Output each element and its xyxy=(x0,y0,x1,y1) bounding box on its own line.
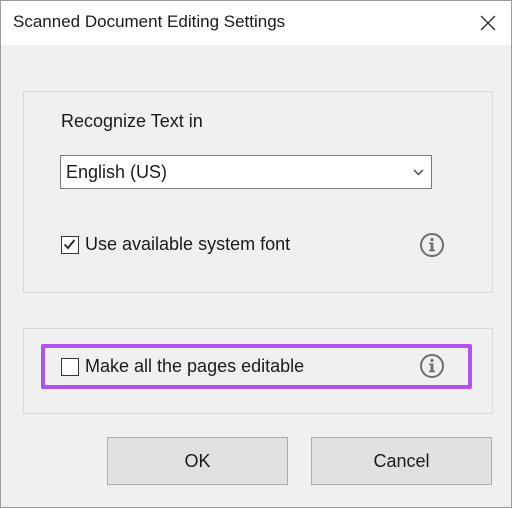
close-button[interactable] xyxy=(465,1,511,45)
recognize-text-label: Recognize Text in xyxy=(61,111,203,131)
chevron-down-icon xyxy=(413,169,424,176)
scanned-document-settings-dialog: Scanned Document Editing Settings Recogn… xyxy=(0,0,512,508)
cancel-button[interactable]: Cancel xyxy=(311,437,492,485)
language-dropdown-button[interactable] xyxy=(405,156,431,188)
use-system-font-option[interactable]: Use available system font xyxy=(61,234,321,256)
recognize-text-group: Recognize Text in English (US) Use avail… xyxy=(23,91,493,293)
highlight-box xyxy=(41,344,472,389)
dialog-title: Scanned Document Editing Settings xyxy=(13,12,286,31)
close-icon xyxy=(480,15,496,31)
info-icon[interactable] xyxy=(419,232,445,258)
use-system-font-label[interactable]: Use available system font xyxy=(85,234,290,255)
language-select-value: English (US) xyxy=(66,162,168,182)
checkmark-icon xyxy=(63,239,76,250)
ok-button[interactable]: OK xyxy=(107,437,288,485)
use-system-font-checkbox[interactable] xyxy=(61,236,79,254)
title-bar: Scanned Document Editing Settings xyxy=(1,1,511,45)
language-select[interactable]: English (US) xyxy=(60,155,432,189)
